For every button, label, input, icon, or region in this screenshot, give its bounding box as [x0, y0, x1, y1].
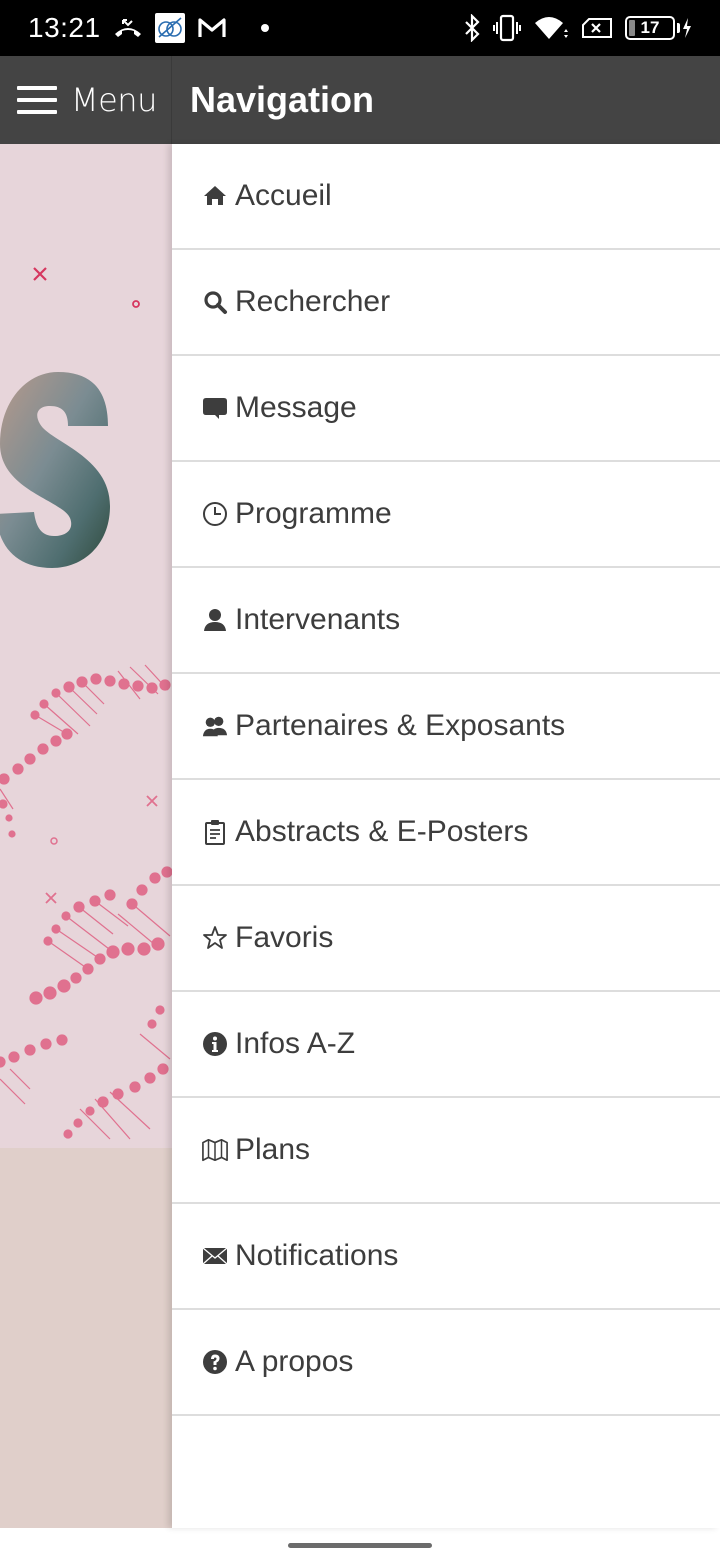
menu-label: Menu	[71, 81, 157, 119]
nav-item-intervenants[interactable]: Intervenants	[172, 568, 720, 674]
nav-item-accueil[interactable]: Accueil	[172, 144, 720, 250]
nav-label: Infos A-Z	[235, 1027, 356, 1060]
user-icon	[201, 606, 229, 634]
drawer-title: Navigation	[190, 79, 375, 120]
charging-icon	[683, 18, 691, 38]
navigation-drawer: Accueil Rechercher Message Programme Int…	[172, 144, 720, 1528]
nav-label: Notifications	[235, 1239, 399, 1272]
nav-label: Intervenants	[235, 603, 401, 636]
no-sim-icon	[581, 12, 613, 44]
nav-label: Abstracts & E-Posters	[235, 815, 529, 848]
dot-mark-icon	[50, 837, 58, 845]
bluetooth-icon	[463, 12, 481, 44]
nav-item-partenaires[interactable]: Partenaires & Exposants	[172, 674, 720, 780]
map-icon	[201, 1136, 229, 1164]
nav-label: Message	[235, 391, 357, 424]
cross-mark-icon	[45, 892, 57, 904]
nav-item-rechercher[interactable]: Rechercher	[172, 250, 720, 356]
chat-bubble-icon	[201, 394, 229, 422]
app-header: Menu Navigation	[0, 56, 720, 144]
hamburger-icon	[17, 86, 57, 114]
question-circle-icon	[201, 1348, 229, 1376]
clipboard-icon	[201, 818, 229, 846]
star-outline-icon	[201, 924, 229, 952]
nav-item-a-propos[interactable]: A propos	[172, 1310, 720, 1416]
nav-item-notifications[interactable]: Notifications	[172, 1204, 720, 1310]
status-time: 13:21	[28, 12, 101, 43]
search-icon	[201, 288, 229, 316]
vibrate-icon	[493, 12, 521, 44]
nav-item-infos[interactable]: Infos A-Z	[172, 992, 720, 1098]
event-banner-art	[0, 144, 172, 1148]
nav-label: Rechercher	[235, 285, 391, 318]
status-bar: 13:21 17	[0, 0, 720, 56]
nav-label: Partenaires & Exposants	[235, 709, 566, 742]
background-app-content	[0, 144, 172, 1528]
cross-mark-icon	[33, 267, 47, 281]
home-icon	[201, 182, 229, 210]
app-badge-icon	[154, 13, 185, 43]
wifi-icon	[533, 12, 569, 44]
envelope-icon	[201, 1242, 229, 1270]
nav-label: A propos	[235, 1345, 354, 1378]
info-circle-icon	[201, 1030, 229, 1058]
nav-label: Accueil	[235, 179, 332, 212]
nav-item-message[interactable]: Message	[172, 356, 720, 462]
dna-strand	[0, 664, 172, 1140]
cross-mark-icon	[146, 795, 158, 807]
nav-label: Favoris	[235, 921, 334, 954]
dot-mark-icon	[132, 300, 140, 308]
nav-item-favoris[interactable]: Favoris	[172, 886, 720, 992]
battery-icon: 17	[625, 16, 692, 40]
nav-label: Plans	[235, 1133, 311, 1166]
menu-button[interactable]: Menu	[0, 56, 172, 144]
nav-label: Programme	[235, 497, 392, 530]
nav-item-plans[interactable]: Plans	[172, 1098, 720, 1204]
notification-dot	[260, 24, 269, 32]
battery-level: 17	[640, 18, 660, 37]
nav-list: Accueil Rechercher Message Programme Int…	[172, 144, 720, 1416]
letter-s-graphic	[0, 372, 110, 568]
home-indicator[interactable]	[288, 1543, 432, 1548]
users-icon	[201, 712, 229, 740]
missed-call-icon	[113, 12, 143, 44]
gmail-icon	[197, 12, 227, 44]
nav-item-abstracts[interactable]: Abstracts & E-Posters	[172, 780, 720, 886]
dna-decoration	[0, 267, 172, 1140]
clock-icon	[201, 500, 229, 528]
nav-item-programme[interactable]: Programme	[172, 462, 720, 568]
